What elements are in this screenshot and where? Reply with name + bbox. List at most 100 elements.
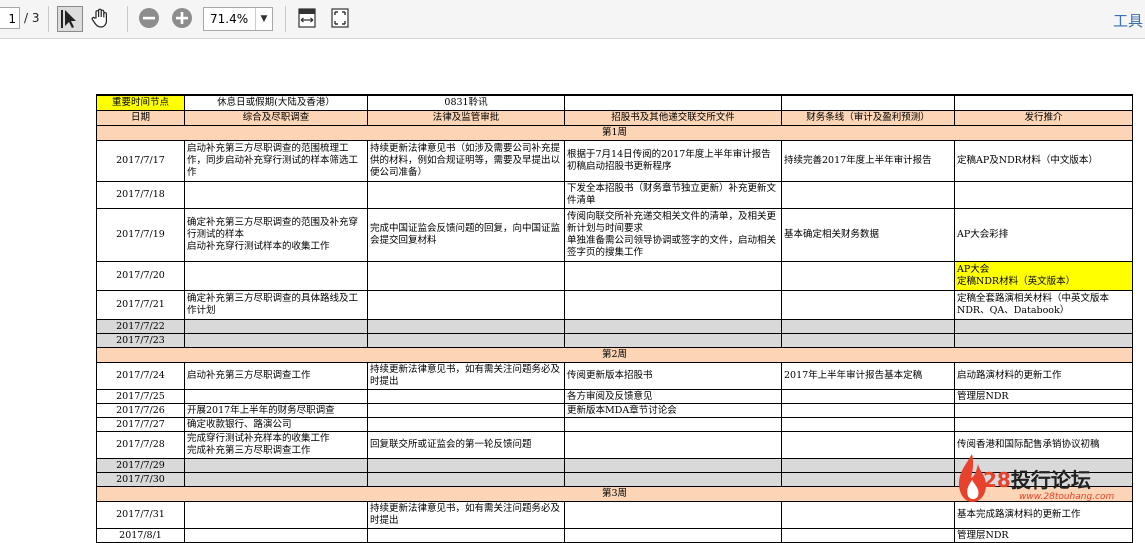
table-cell: 回复联交所或证监会的第一轮反馈问题: [367, 431, 565, 459]
hand-icon[interactable]: [89, 6, 115, 32]
date-cell: 2017/7/18: [96, 181, 185, 209]
date-cell: 2017/8/1: [96, 528, 185, 543]
table-cell: [564, 431, 782, 459]
table-row: 2017/7/24 启动补充第三方尽职调查工作 持续更新法律意见书，如有需关注问题务…: [96, 362, 1133, 390]
date-cell: 2017/7/27: [96, 417, 185, 432]
table-row: 2017/7/18 下发全本招股书（财务章节独立更新）补充更新文件清单: [96, 181, 1133, 209]
legend-empty-cell: [564, 94, 782, 111]
legend-empty-cell: [781, 94, 955, 111]
table-cell: [184, 472, 368, 487]
table-cell: 持续完善2017年度上半年审计报告: [781, 140, 955, 182]
table-cell: 开展2017年上半年的财务尽职调查: [184, 403, 368, 418]
table-cell: 定稿全套路演相关材料（中英文版本NDR、QA、Databook）: [954, 290, 1133, 320]
table-cell: [564, 333, 782, 348]
date-cell: 2017/7/17: [96, 140, 185, 182]
table-cell: [367, 290, 565, 320]
table-row: 2017/7/17 启动补充第三方尽职调查的范围梳理工作，同步启动补充穿行测试的样…: [96, 140, 1133, 182]
date-cell: 2017/7/25: [96, 389, 185, 404]
table-cell: 定稿AP及NDR材料（中文版本）: [954, 140, 1133, 182]
table-cell: [184, 333, 368, 348]
legend-empty-cell: [954, 94, 1133, 111]
table-cell: [184, 458, 368, 473]
table-cell: 各方审阅及反馈意见: [564, 389, 782, 404]
date-cell: 2017/7/23: [96, 333, 185, 348]
table-cell: 完成穿行测试补充样本的收集工作 完成补充第三方尽职调查工作: [184, 431, 368, 459]
table-cell: [184, 181, 368, 209]
table-cell: [781, 403, 955, 418]
table-cell: 管理层NDR: [954, 528, 1133, 543]
chevron-down-icon[interactable]: ▼: [255, 8, 272, 30]
table-cell: [781, 389, 955, 404]
table-cell: [781, 472, 955, 487]
table-cell: [954, 417, 1133, 432]
toolbar-divider: [285, 6, 286, 32]
table-cell: 更新版本MDA章节讨论会: [564, 403, 782, 418]
date-cell: 2017/7/24: [96, 362, 185, 390]
table-cell: [954, 403, 1133, 418]
column-header: 财务条线（审计及盈利预测）: [781, 110, 955, 126]
table-cell: [564, 528, 782, 543]
table-cell: [954, 181, 1133, 209]
tools-link[interactable]: 工具: [1113, 10, 1143, 31]
table-row: 2017/7/22: [96, 319, 1133, 334]
table-cell: 完成中国证监会反馈问题的回复，向中国证监会提交回复材料: [367, 208, 565, 262]
table-cell: [781, 319, 955, 334]
week-label: 第2周: [96, 347, 1133, 363]
select-arrow-icon[interactable]: [57, 6, 83, 32]
table-row: 2017/7/20 AP大会 定稿NDR材料（英文版本）: [96, 261, 1133, 291]
table-cell: [564, 290, 782, 320]
table-cell: AP大会 定稿NDR材料（英文版本）: [954, 261, 1133, 291]
table-cell: [781, 458, 955, 473]
table-row: 2017/7/25 各方审阅及反馈意见 管理层NDR: [96, 389, 1133, 404]
watermark-title: 28投行论坛: [983, 468, 1091, 492]
table-cell: 根据于7月14日传阅的2017年度上半年审计报告初稿启动招股书更新程序: [564, 140, 782, 182]
table-cell: [367, 181, 565, 209]
toolbar-divider: [48, 6, 49, 32]
table-cell: [184, 319, 368, 334]
table-row: 2017/7/23: [96, 333, 1133, 348]
fit-width-icon[interactable]: [295, 6, 321, 32]
date-cell: 2017/7/22: [96, 319, 185, 334]
table-cell: 基本确定相关财务数据: [781, 208, 955, 262]
table-cell: [367, 389, 565, 404]
table-cell: 持续更新法律意见书，如有需关注问题务必及时提出: [367, 362, 565, 390]
table-cell: 下发全本招股书（财务章节独立更新）补充更新文件清单: [564, 181, 782, 209]
table-cell: [564, 319, 782, 334]
table-cell: 持续更新法律意见书（如涉及需要公司补充提供的材料，例如合规证明等，需要及早提出以…: [367, 140, 565, 182]
zoom-level-select[interactable]: 71.4% ▼: [203, 7, 273, 31]
table-cell: 确定收款银行、路演公司: [184, 417, 368, 432]
table-cell: [781, 333, 955, 348]
table-cell: [781, 417, 955, 432]
date-cell: 2017/7/19: [96, 208, 185, 262]
table-cell: 管理层NDR: [954, 389, 1133, 404]
table-cell: [781, 431, 955, 459]
zoom-out-icon[interactable]: [137, 6, 163, 32]
hearing-label: 0831聆讯: [367, 94, 565, 111]
table-cell: 2017年上半年审计报告基本定稿: [781, 362, 955, 390]
column-header: 综合及尽职调查: [184, 110, 368, 126]
page-number-input[interactable]: 1: [0, 7, 20, 29]
zoom-in-icon[interactable]: [170, 6, 196, 32]
table-row: 2017/7/19 确定补充第三方尽职调查的范围及补充穿行测试的样本 启动补充穿行…: [96, 208, 1133, 262]
table-cell: [184, 528, 368, 543]
date-cell: 2017/7/30: [96, 472, 185, 487]
table-cell: [781, 528, 955, 543]
table-cell: [367, 333, 565, 348]
table-cell: [367, 472, 565, 487]
date-cell: 2017/7/29: [96, 458, 185, 473]
date-cell: 2017/7/31: [96, 501, 185, 529]
column-header: 法律及监管审批: [367, 110, 565, 126]
page-count: / 3: [24, 11, 40, 25]
table-cell: [367, 261, 565, 291]
fit-page-icon[interactable]: [328, 6, 354, 32]
table-cell: 确定补充第三方尽职调查的具体路线及工作计划: [184, 290, 368, 320]
table-cell: 确定补充第三方尽职调查的范围及补充穿行测试的样本 启动补充穿行测试样本的收集工作: [184, 208, 368, 262]
column-header: 发行推介: [954, 110, 1133, 126]
table-cell: 持续更新法律意见书，如有需关注问题务必及时提出: [367, 501, 565, 529]
date-cell: 2017/7/26: [96, 403, 185, 418]
table-cell: [184, 389, 368, 404]
date-cell: 2017/7/28: [96, 431, 185, 459]
week-band-row: 第2周: [96, 347, 1133, 363]
table-cell: [564, 458, 782, 473]
table-cell: [564, 472, 782, 487]
